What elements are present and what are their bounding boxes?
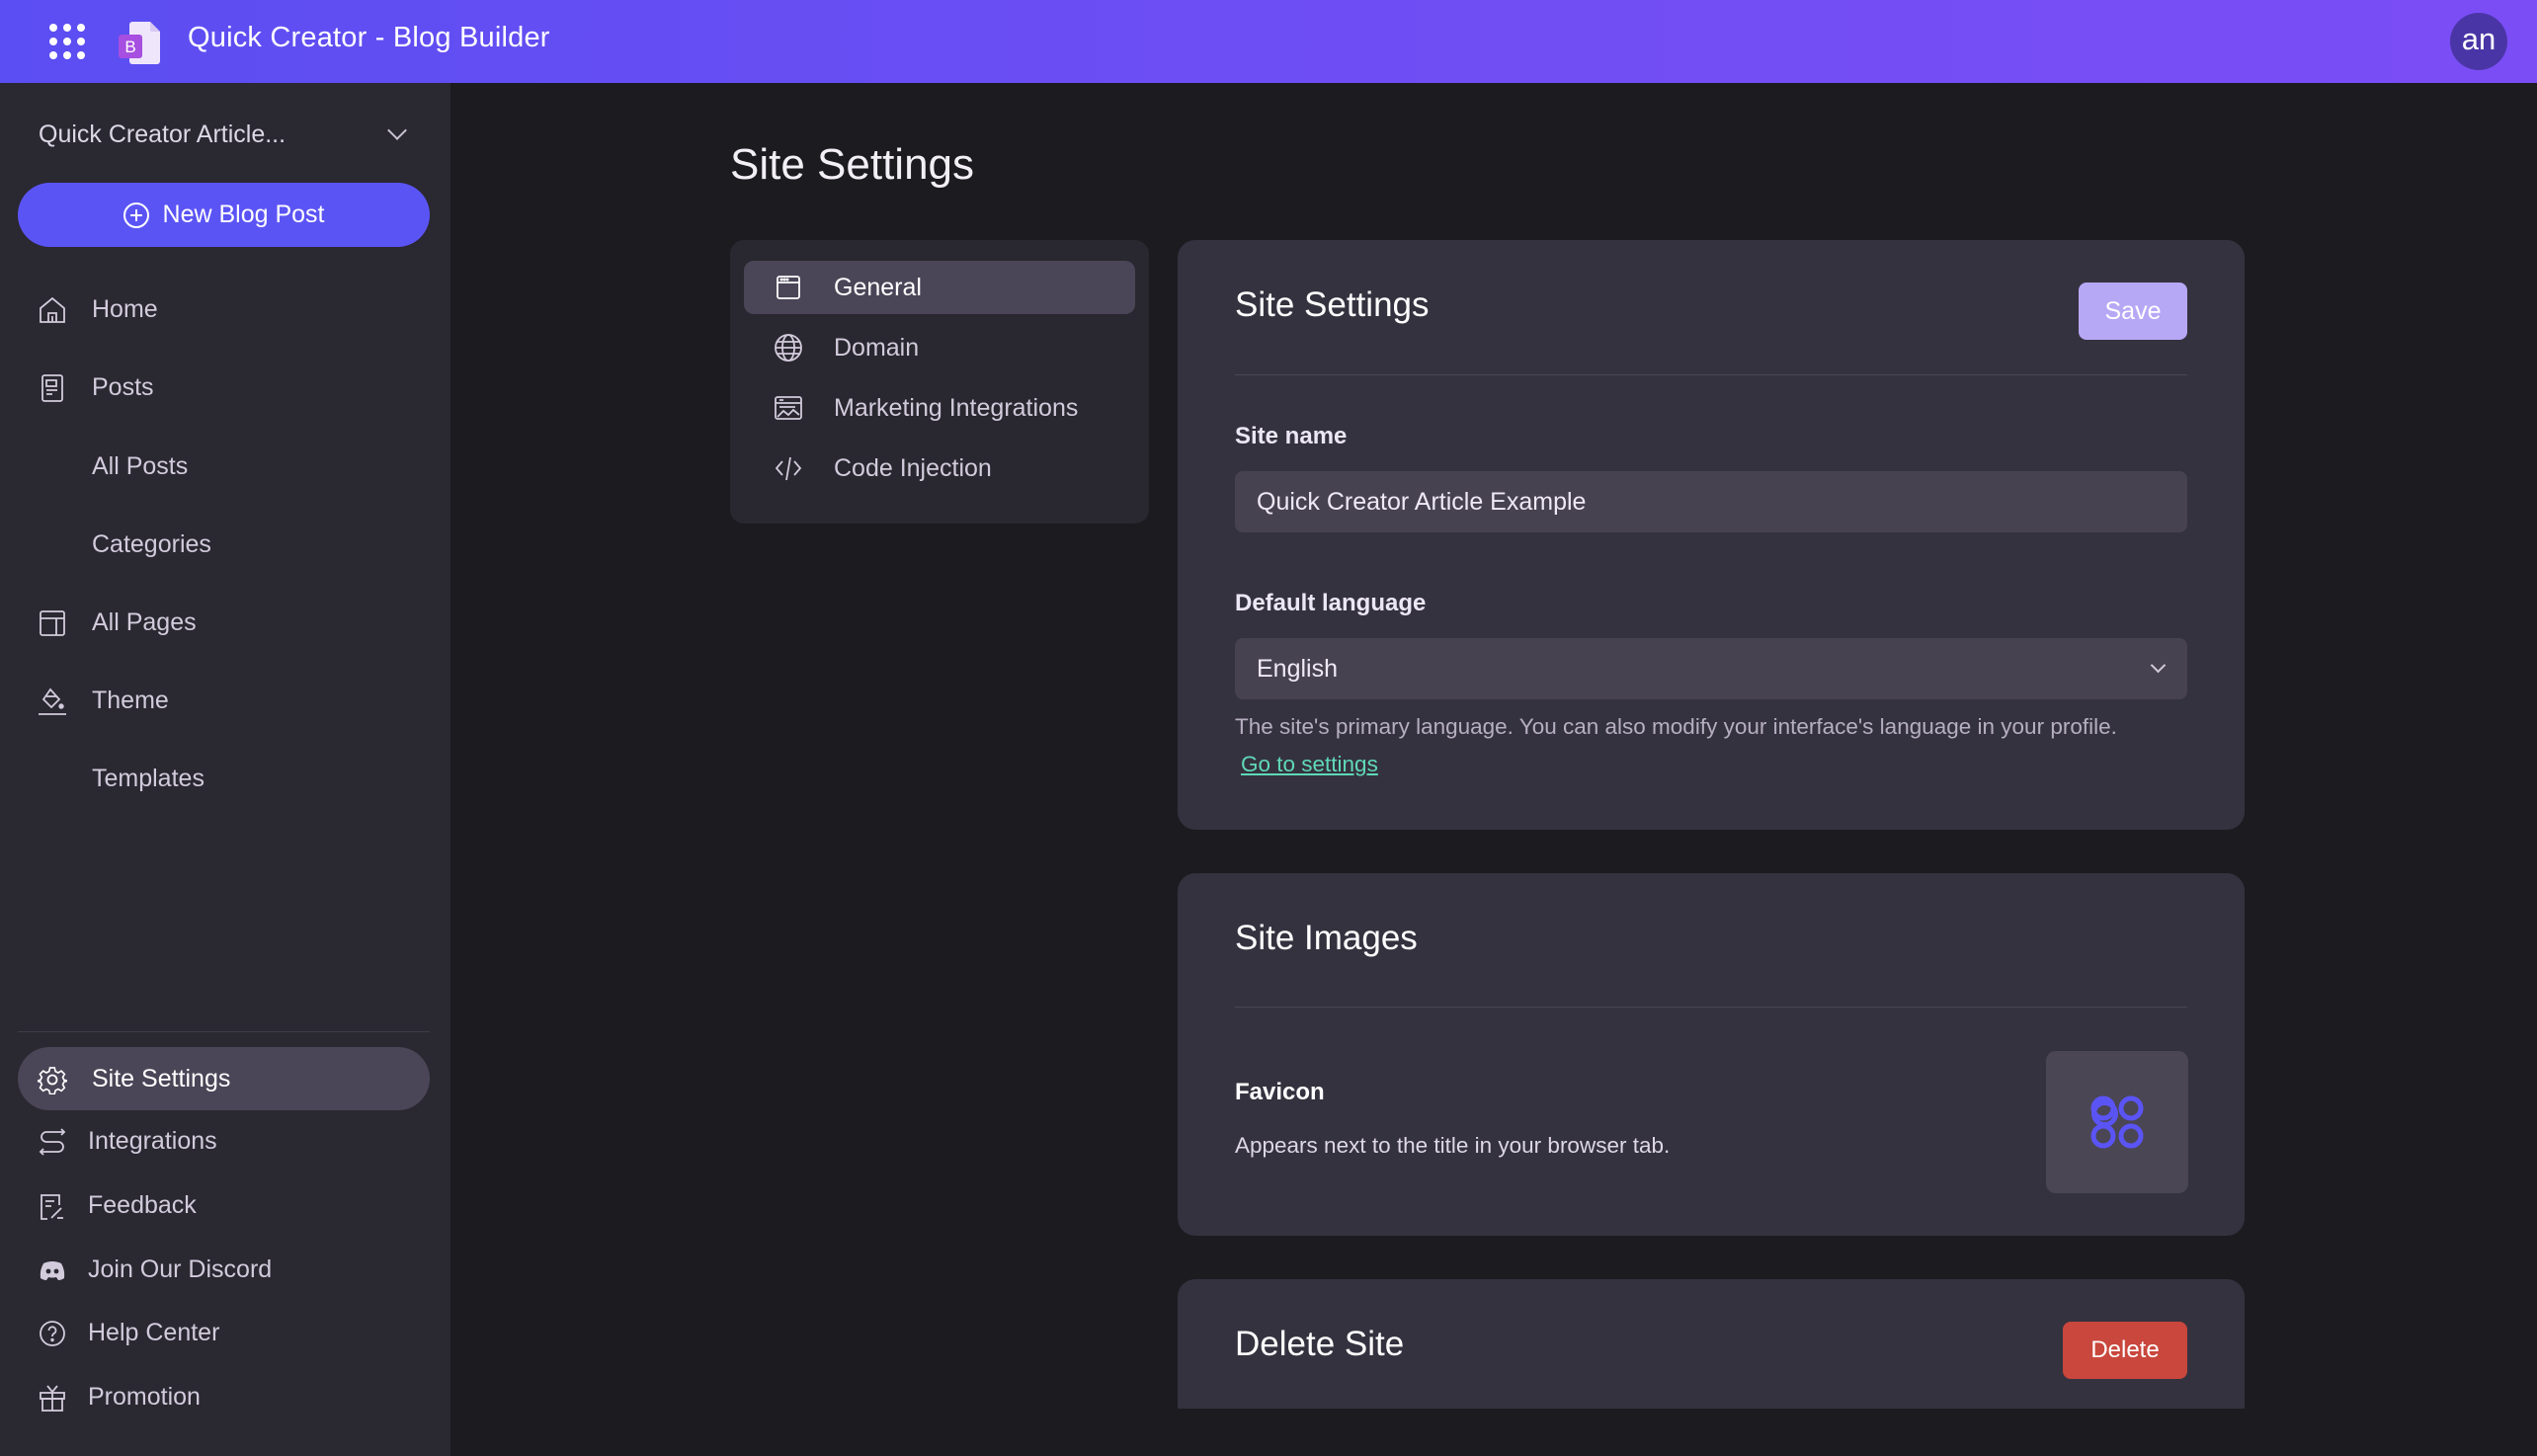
sidebar-item-discord[interactable]: Join Our Discord xyxy=(18,1238,430,1301)
grid-dot xyxy=(63,51,71,59)
feedback-icon xyxy=(41,1194,63,1220)
sidebar-item-posts[interactable]: Posts xyxy=(18,356,430,419)
sidebar-item-promotion[interactable]: Promotion xyxy=(18,1365,430,1428)
globe-icon xyxy=(775,334,802,362)
help-icon xyxy=(40,1321,65,1346)
sidebar-item-label: Feedback xyxy=(88,1190,197,1219)
sidebar-divider xyxy=(18,1031,430,1032)
settings-subnav: General Domain Marketing Integrations Co… xyxy=(730,240,1149,524)
subnav-code-injection[interactable]: Code Injection xyxy=(744,442,1135,495)
sidebar-item-site-settings[interactable]: Site Settings xyxy=(18,1047,430,1110)
new-blog-post-button[interactable]: New Blog Post xyxy=(18,183,430,247)
apps-grid-button[interactable] xyxy=(49,24,85,59)
sidebar-item-label: Templates xyxy=(92,764,205,792)
sidebar-item-label: All Posts xyxy=(92,451,189,480)
sidebar-item-label: Integrations xyxy=(88,1126,217,1155)
sidebar-item-help-center[interactable]: Help Center xyxy=(18,1301,430,1364)
card-divider xyxy=(1235,374,2187,375)
gift-icon xyxy=(40,1385,65,1412)
sidebar-item-feedback[interactable]: Feedback xyxy=(18,1173,430,1237)
integrations-icon xyxy=(39,1128,66,1156)
sidebar-item-categories[interactable]: Categories xyxy=(18,513,430,576)
sidebar-item-label: Help Center xyxy=(88,1318,220,1346)
sidebar-item-label: Theme xyxy=(92,686,169,714)
card-title: Delete Site xyxy=(1235,1325,1405,1363)
grid-dot xyxy=(63,24,71,32)
subnav-domain[interactable]: Domain xyxy=(744,321,1135,374)
app-title: Quick Creator - Blog Builder xyxy=(188,22,550,53)
marketing-icon xyxy=(775,396,802,420)
grid-dot xyxy=(77,38,85,45)
favicon-upload[interactable] xyxy=(2046,1051,2188,1193)
plus-circle-icon xyxy=(123,202,149,228)
sidebar-item-label: Site Settings xyxy=(92,1064,231,1092)
home-icon xyxy=(40,296,65,323)
card-divider xyxy=(1235,1007,2187,1008)
paint-bucket-icon xyxy=(39,688,66,715)
default-language-value: English xyxy=(1257,655,1338,683)
sidebar-item-label: Categories xyxy=(92,529,211,558)
sidebar-item-label: All Pages xyxy=(92,607,197,636)
default-language-label: Default language xyxy=(1235,590,1427,616)
language-help-text: The site's primary language. You can als… xyxy=(1235,714,2117,739)
subnav-label: Marketing Integrations xyxy=(834,394,1079,422)
sidebar: Quick Creator Article... New Blog Post H… xyxy=(0,83,450,1456)
site-images-card: Site Images Favicon Appears next to the … xyxy=(1178,873,2245,1236)
site-selector[interactable]: Quick Creator Article... xyxy=(39,115,414,154)
user-avatar[interactable]: an xyxy=(2450,13,2507,70)
grid-dot xyxy=(77,24,85,32)
grid-dot xyxy=(49,24,57,32)
grid-dot xyxy=(49,38,57,45)
favicon-label: Favicon xyxy=(1235,1079,1325,1105)
go-to-settings-link[interactable]: Go to settings xyxy=(1241,752,1378,777)
logo-letter: B xyxy=(124,38,135,56)
sidebar-item-label: Posts xyxy=(92,372,154,401)
gear-icon xyxy=(38,1067,67,1094)
save-button[interactable]: Save xyxy=(2079,283,2187,340)
delete-site-button[interactable]: Delete xyxy=(2063,1322,2187,1379)
sidebar-item-integrations[interactable]: Integrations xyxy=(18,1109,430,1173)
new-blog-post-label: New Blog Post xyxy=(162,201,325,228)
sidebar-item-label: Home xyxy=(92,294,158,323)
app-logo-icon: B xyxy=(119,22,160,64)
site-name-label: Site name xyxy=(1235,423,1348,449)
favicon-description: Appears next to the title in your browse… xyxy=(1235,1133,1671,1158)
page-title: Site Settings xyxy=(730,140,975,189)
chevron-down-icon xyxy=(2150,657,2167,674)
sidebar-item-theme[interactable]: Theme xyxy=(18,669,430,732)
grid-dot xyxy=(77,51,85,59)
favicon-preview-icon xyxy=(2090,1095,2144,1149)
sidebar-item-templates[interactable]: Templates xyxy=(18,747,430,810)
sidebar-item-home[interactable]: Home xyxy=(18,278,430,341)
site-selector-label: Quick Creator Article... xyxy=(39,120,286,148)
delete-site-card: Delete Site Delete xyxy=(1178,1279,2245,1409)
pages-icon xyxy=(40,610,65,636)
subnav-label: Code Injection xyxy=(834,454,992,482)
sidebar-item-all-pages[interactable]: All Pages xyxy=(18,591,430,654)
sidebar-item-label: Promotion xyxy=(88,1382,201,1411)
grid-dot xyxy=(63,38,71,45)
discord-icon xyxy=(40,1261,65,1280)
subnav-marketing-integrations[interactable]: Marketing Integrations xyxy=(744,381,1135,435)
grid-dot xyxy=(49,51,57,59)
sidebar-item-all-posts[interactable]: All Posts xyxy=(18,435,430,498)
browser-window-icon xyxy=(777,276,800,299)
card-title: Site Settings xyxy=(1235,285,1430,324)
top-bar: B Quick Creator - Blog Builder an xyxy=(0,0,2537,83)
site-settings-card: Site Settings Save Site name Default lan… xyxy=(1178,240,2245,830)
subnav-general[interactable]: General xyxy=(744,261,1135,314)
chevron-down-icon xyxy=(387,121,407,140)
subnav-label: Domain xyxy=(834,334,920,362)
subnav-label: General xyxy=(834,274,922,301)
card-title: Site Images xyxy=(1235,919,1418,957)
site-name-input[interactable] xyxy=(1235,471,2187,532)
posts-icon xyxy=(41,374,63,402)
code-icon xyxy=(775,456,802,481)
sidebar-item-label: Join Our Discord xyxy=(88,1254,273,1283)
default-language-select[interactable]: English xyxy=(1235,638,2187,699)
